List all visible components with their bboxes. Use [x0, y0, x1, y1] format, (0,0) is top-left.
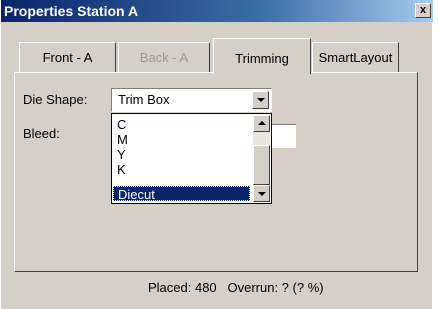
tab-front-a[interactable]: Front - A — [19, 42, 116, 72]
scroll-thumb[interactable] — [253, 145, 270, 185]
die-shape-select[interactable]: Trim Box — [111, 88, 272, 112]
window-title: Properties Station A — [4, 3, 139, 19]
title-bar[interactable]: Properties Station A x — [1, 0, 433, 22]
option-y[interactable]: Y — [113, 147, 250, 162]
bleed-field[interactable] — [270, 124, 296, 148]
tab-trimming[interactable]: Trimming — [213, 38, 311, 74]
dropdown-arrow-button[interactable] — [252, 91, 269, 109]
die-shape-options-list[interactable]: C M Y K Diecut — [111, 113, 272, 204]
status-text: Placed: 480 Overrun: ? (? %) — [148, 280, 324, 295]
option-diecut[interactable]: Diecut — [113, 186, 250, 202]
close-button[interactable]: x — [415, 3, 431, 18]
chevron-down-icon — [257, 98, 265, 102]
option-k[interactable]: K — [113, 162, 250, 177]
chevron-down-icon — [258, 192, 266, 196]
die-shape-label: Die Shape: — [23, 92, 88, 107]
die-shape-value: Trim Box — [118, 92, 170, 107]
bleed-label: Bleed: — [23, 126, 60, 141]
option-m[interactable]: M — [113, 132, 250, 147]
options-scrollbar[interactable] — [253, 115, 270, 202]
scroll-up-button[interactable] — [253, 115, 270, 132]
tab-back-a[interactable]: Back - A — [118, 42, 210, 72]
chevron-up-icon — [258, 121, 266, 125]
option-c[interactable]: C — [113, 117, 250, 132]
tab-smartlayout[interactable]: SmartLayout — [312, 42, 399, 72]
scroll-down-button[interactable] — [253, 185, 270, 202]
